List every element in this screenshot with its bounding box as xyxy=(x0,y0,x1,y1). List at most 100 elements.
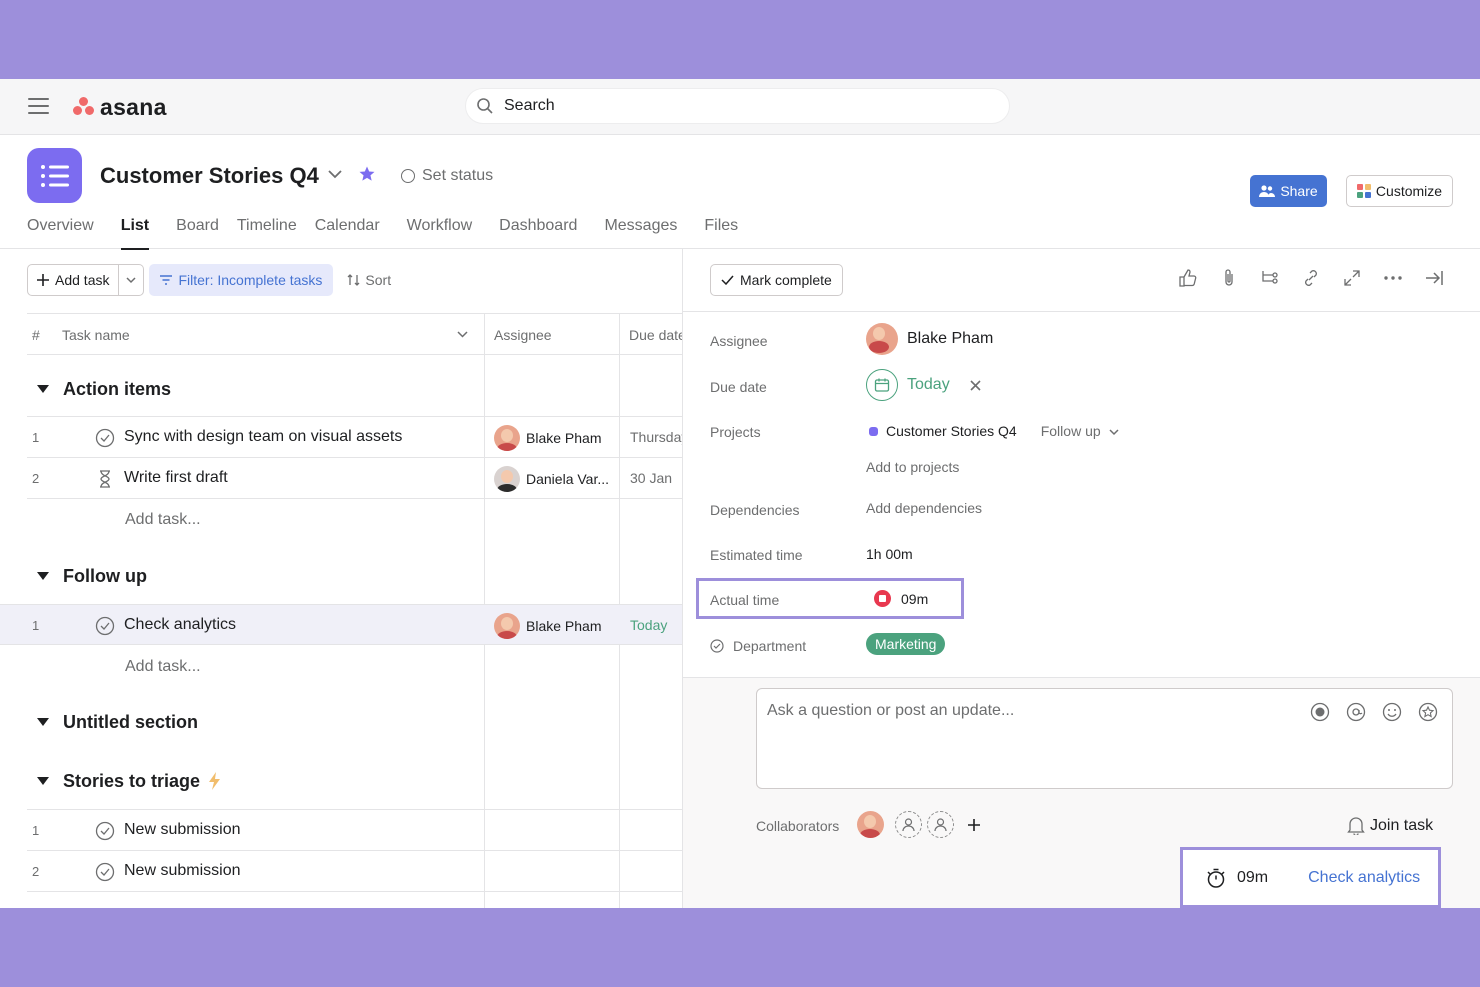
row-assignee[interactable]: Blake Pham xyxy=(494,613,601,639)
tab-calendar[interactable]: Calendar xyxy=(315,217,380,249)
row-assignee[interactable]: Blake Pham xyxy=(494,425,601,451)
sort-button[interactable]: Sort xyxy=(347,272,391,288)
mention-icon[interactable] xyxy=(1346,702,1366,722)
add-task-button[interactable]: Add task xyxy=(27,264,120,296)
record-icon[interactable] xyxy=(1310,702,1330,722)
timer-widget[interactable]: 09m Check analytics xyxy=(1180,847,1441,908)
table-row[interactable]: 2 New submission xyxy=(27,851,682,892)
emoji-icon[interactable] xyxy=(1382,702,1402,722)
column-header-assignee[interactable]: Assignee xyxy=(494,327,552,343)
tab-workflow[interactable]: Workflow xyxy=(407,217,473,249)
clear-date-icon[interactable] xyxy=(970,379,981,391)
comment-input[interactable]: Ask a question or post an update... xyxy=(756,688,1453,789)
row-due-date[interactable]: 30 Jan xyxy=(630,470,672,486)
task-name[interactable]: New submission xyxy=(124,862,240,880)
share-button[interactable]: Share xyxy=(1250,175,1327,207)
section-untitled[interactable]: Untitled section xyxy=(27,707,198,737)
chevron-down-icon[interactable] xyxy=(328,169,342,179)
menu-icon[interactable] xyxy=(28,98,49,116)
star-icon[interactable] xyxy=(358,165,376,183)
add-collaborator-placeholder-icon[interactable] xyxy=(927,811,954,838)
filter-label: Filter: Incomplete tasks xyxy=(178,272,323,288)
table-row-selected[interactable]: 1 Check analytics Blake Pham Today xyxy=(0,604,682,645)
row-number: 1 xyxy=(32,823,40,838)
row-due-date[interactable]: Thursday xyxy=(630,429,682,445)
department-field[interactable]: Marketing xyxy=(866,633,946,655)
add-to-projects-link[interactable]: Add to projects xyxy=(866,459,959,475)
actual-time-label: Actual time xyxy=(710,592,780,608)
section-follow-up[interactable]: Follow up xyxy=(27,561,147,591)
stopwatch-icon xyxy=(1207,868,1225,888)
department-tag[interactable]: Marketing xyxy=(866,633,946,655)
check-circle-icon[interactable] xyxy=(95,616,115,636)
section-action-items[interactable]: Action items xyxy=(27,374,171,404)
filter-button[interactable]: Filter: Incomplete tasks xyxy=(149,264,334,296)
row-number: 2 xyxy=(32,864,40,879)
check-circle-icon[interactable] xyxy=(95,862,115,882)
project-tabs: Overview List Board Timeline Calendar Wo… xyxy=(27,217,738,250)
table-row[interactable]: 1 Sync with design team on visual assets… xyxy=(27,417,682,458)
hourglass-icon[interactable] xyxy=(95,469,115,489)
tab-dashboard[interactable]: Dashboard xyxy=(499,217,577,249)
table-row[interactable]: 2 Write first draft Daniela Var... 30 Ja… xyxy=(27,458,682,499)
check-circle-icon[interactable] xyxy=(95,821,115,841)
logo-dots-icon xyxy=(72,97,96,117)
mark-complete-button[interactable]: Mark complete xyxy=(710,264,843,296)
add-collaborator-placeholder-icon[interactable] xyxy=(895,811,922,838)
search-input[interactable]: Search xyxy=(465,88,1010,124)
due-date-field[interactable]: Today xyxy=(866,369,981,401)
tab-timeline[interactable]: Timeline xyxy=(237,217,297,249)
set-status-button[interactable]: Set status xyxy=(401,167,493,185)
task-name[interactable]: Sync with design team on visual assets xyxy=(124,428,402,446)
tab-messages[interactable]: Messages xyxy=(604,217,677,249)
section-stories-to-triage[interactable]: Stories to triage xyxy=(27,766,222,796)
collapse-triangle-icon[interactable] xyxy=(37,777,49,785)
more-options-icon[interactable] xyxy=(1383,268,1403,288)
column-header-task-name[interactable]: Task name xyxy=(62,327,130,343)
asana-logo[interactable]: asana xyxy=(72,93,167,121)
project-name[interactable]: Customer Stories Q4 xyxy=(886,423,1017,439)
row-assignee[interactable]: Daniela Var... xyxy=(494,466,609,492)
estimated-time-value[interactable]: 1h 00m xyxy=(866,546,913,562)
stop-timer-icon[interactable] xyxy=(874,590,891,607)
task-name[interactable]: Write first draft xyxy=(124,469,228,487)
column-header-due-date[interactable]: Due date xyxy=(629,327,682,343)
add-dependencies-link[interactable]: Add dependencies xyxy=(866,500,982,516)
tab-files[interactable]: Files xyxy=(704,217,738,249)
join-task-button[interactable]: Join task xyxy=(1347,816,1433,835)
star-circle-icon[interactable] xyxy=(1418,702,1438,722)
thumbs-up-icon[interactable] xyxy=(1178,268,1198,288)
project-field[interactable]: Customer Stories Q4 Follow up xyxy=(866,423,1119,439)
add-task-inline[interactable]: Add task... xyxy=(125,511,201,529)
project-section-dropdown[interactable]: Follow up xyxy=(1041,423,1119,439)
plus-icon[interactable] xyxy=(968,818,980,831)
collapse-triangle-icon[interactable] xyxy=(37,572,49,580)
expand-icon[interactable] xyxy=(1342,268,1362,288)
project-section-value: Follow up xyxy=(1040,423,1101,439)
avatar xyxy=(494,425,520,451)
table-row[interactable]: 1 New submission xyxy=(27,810,682,851)
paperclip-icon[interactable] xyxy=(1219,268,1239,288)
close-pane-icon[interactable] xyxy=(1424,268,1444,288)
add-task-inline[interactable]: Add task... xyxy=(125,658,201,676)
task-name[interactable]: New submission xyxy=(124,821,240,839)
link-icon[interactable] xyxy=(1301,268,1321,288)
tab-list[interactable]: List xyxy=(120,217,150,250)
avatar[interactable] xyxy=(857,811,884,838)
assignee-field[interactable]: Blake Pham xyxy=(866,323,993,355)
add-task-dropdown[interactable] xyxy=(119,264,145,296)
collapse-triangle-icon[interactable] xyxy=(37,385,49,393)
customize-button[interactable]: Customize xyxy=(1346,175,1453,207)
tab-overview[interactable]: Overview xyxy=(27,217,94,249)
logo-wordmark: asana xyxy=(100,93,167,120)
chevron-down-icon[interactable] xyxy=(457,331,468,338)
row-due-date[interactable]: Today xyxy=(630,617,667,633)
tab-board[interactable]: Board xyxy=(176,217,219,249)
actual-time-field[interactable]: 09m xyxy=(874,590,928,607)
subtask-icon[interactable] xyxy=(1260,268,1280,288)
check-circle-icon[interactable] xyxy=(95,428,115,448)
collapse-triangle-icon[interactable] xyxy=(37,718,49,726)
timer-task-link[interactable]: Check analytics xyxy=(1308,869,1420,887)
people-icon xyxy=(1259,185,1276,197)
task-name[interactable]: Check analytics xyxy=(124,616,236,634)
